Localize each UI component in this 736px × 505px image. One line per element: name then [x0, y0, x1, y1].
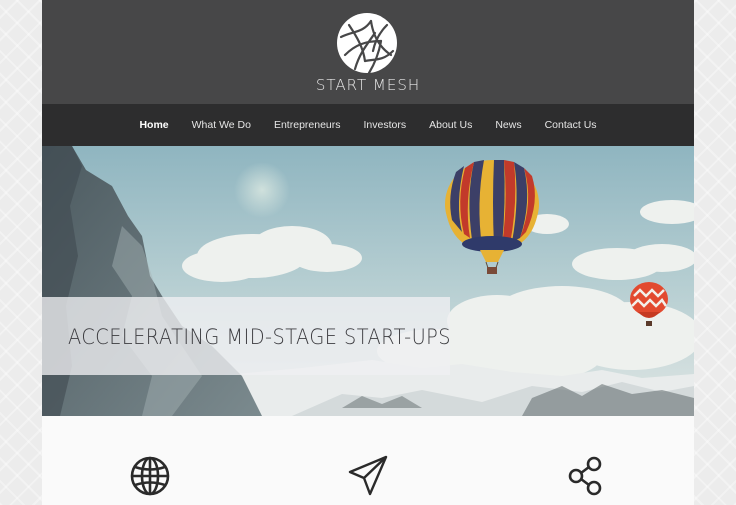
share-icon	[568, 456, 602, 496]
nav-item-contact-us[interactable]: Contact Us	[533, 119, 608, 131]
hero-banner: ACCELERATING MID-STAGE START-UPS	[42, 146, 694, 416]
nav-item-home[interactable]: Home	[128, 119, 180, 131]
brand-name: START MESH	[315, 76, 421, 94]
features-section	[42, 416, 694, 505]
hero-caption: ACCELERATING MID-STAGE START-UPS	[42, 297, 452, 375]
nav-item-investors[interactable]: Investors	[352, 119, 418, 131]
hero-headline: ACCELERATING MID-STAGE START-UPS	[68, 325, 452, 349]
site-header: START MESH	[42, 0, 694, 104]
globe-icon	[130, 456, 170, 496]
start-mesh-logo[interactable]	[335, 11, 399, 75]
paper-plane-icon	[348, 455, 388, 496]
main-navigation: Home What We Do Entrepreneurs Investors …	[42, 104, 694, 146]
hero-image	[42, 146, 694, 416]
nav-item-about-us[interactable]: About Us	[418, 119, 484, 131]
page-container: START MESH Home What We Do Entrepreneurs…	[42, 0, 694, 505]
nav-item-what-we-do[interactable]: What We Do	[180, 119, 262, 131]
nav-item-entrepreneurs[interactable]: Entrepreneurs	[262, 119, 352, 131]
nav-item-news[interactable]: News	[484, 119, 533, 131]
